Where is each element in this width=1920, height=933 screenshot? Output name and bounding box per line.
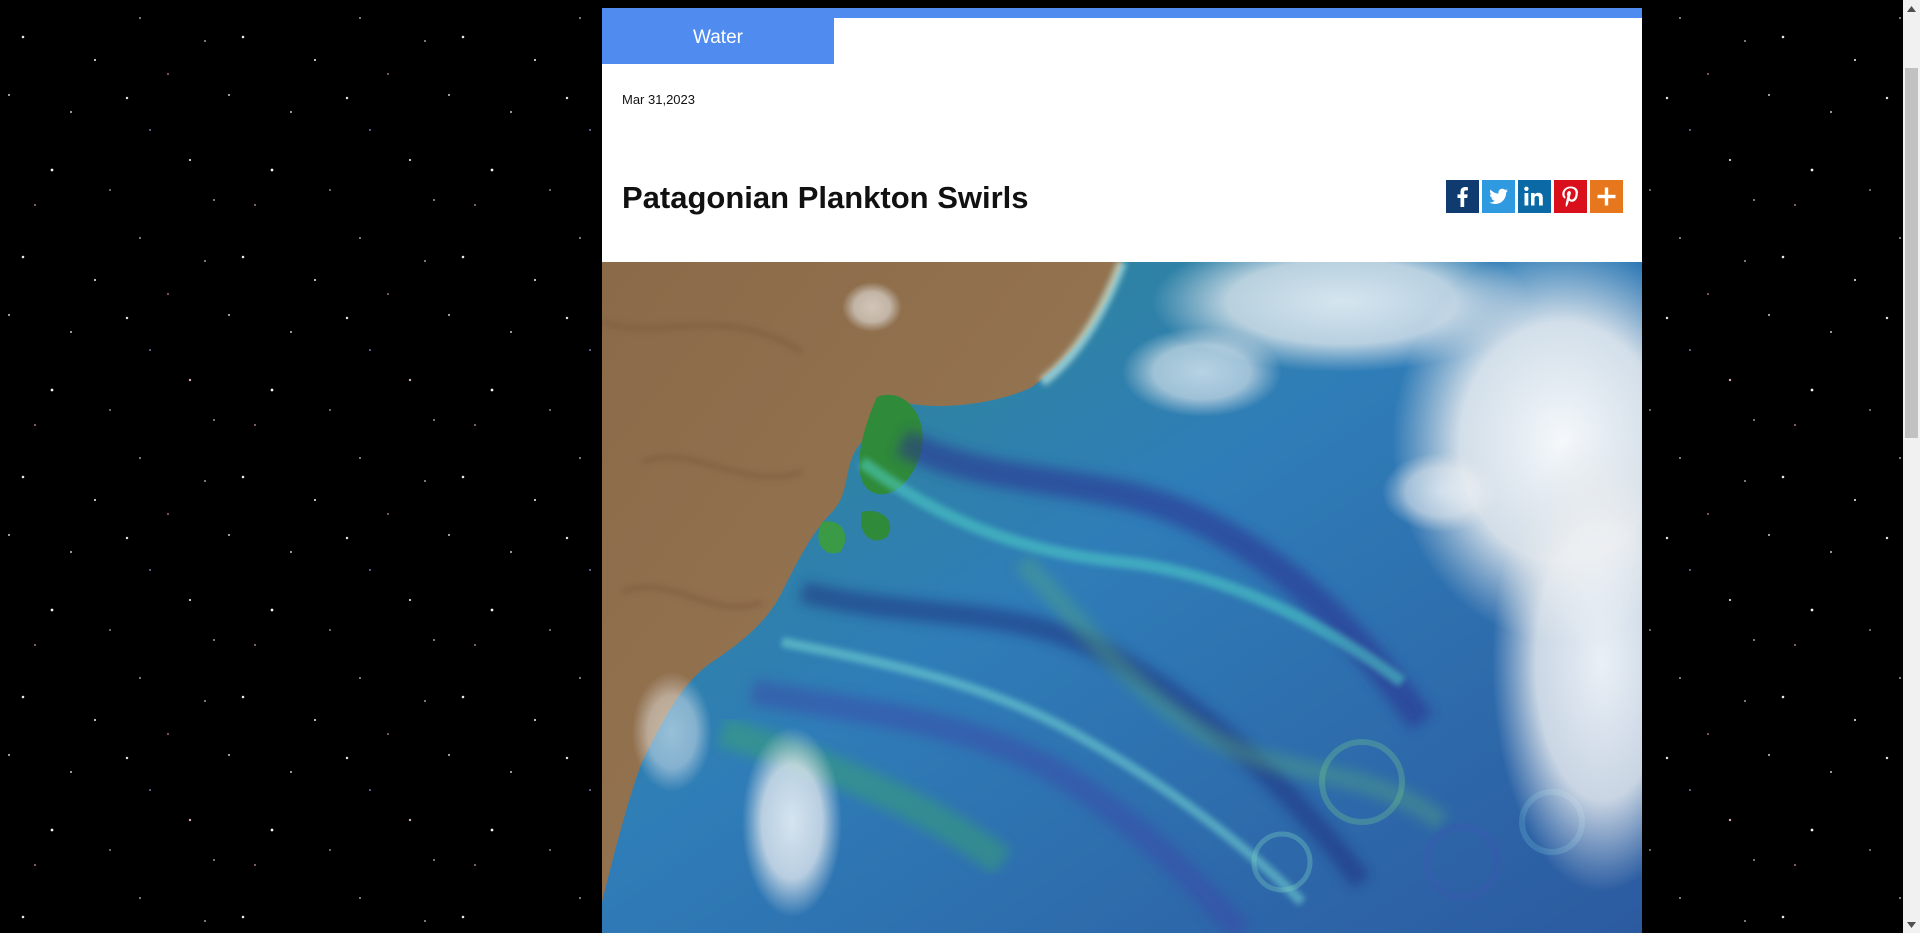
scroll-thumb[interactable] [1905, 68, 1918, 438]
plus-icon [1590, 180, 1623, 213]
pinterest-share-button[interactable] [1554, 180, 1587, 213]
share-bar [1446, 180, 1623, 213]
facebook-icon [1446, 180, 1479, 213]
category-tab[interactable]: Water [602, 18, 834, 64]
facebook-share-button[interactable] [1446, 180, 1479, 213]
article-card: Water Mar 31,2023 Patagonian Plankton Sw… [602, 8, 1642, 933]
scroll-down-icon[interactable] [1903, 916, 1920, 933]
publish-date: Mar 31,2023 [622, 92, 695, 107]
twitter-share-button[interactable] [1482, 180, 1515, 213]
accent-bar [602, 8, 1642, 18]
scroll-up-icon[interactable] [1903, 0, 1920, 17]
linkedin-share-button[interactable] [1518, 180, 1551, 213]
pinterest-icon [1554, 180, 1587, 213]
linkedin-icon [1518, 180, 1551, 213]
satellite-image [602, 262, 1642, 933]
twitter-icon [1482, 180, 1515, 213]
more-share-button[interactable] [1590, 180, 1623, 213]
article-title: Patagonian Plankton Swirls [622, 180, 1029, 215]
vertical-scrollbar[interactable] [1903, 0, 1920, 933]
